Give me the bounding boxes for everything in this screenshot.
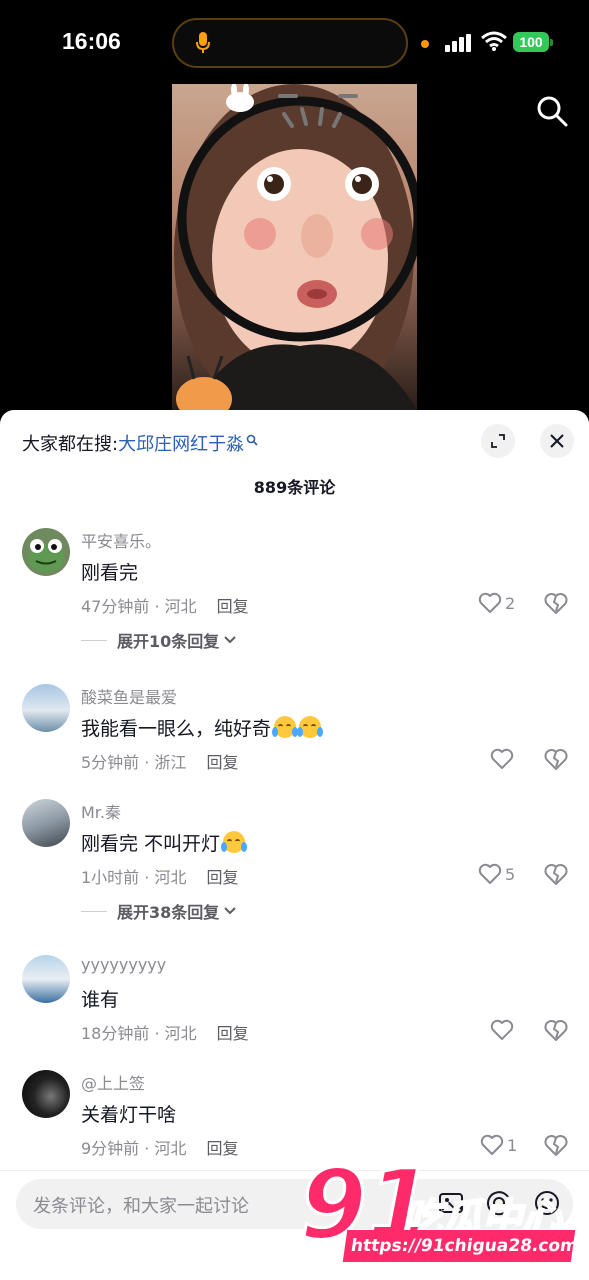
comment-text-content: 刚看完 不叫开灯 <box>81 833 221 855</box>
like-count: 5 <box>505 864 516 884</box>
expander-line <box>81 910 107 912</box>
battery-tip <box>550 39 553 46</box>
reply-button[interactable]: 回复 <box>217 1024 249 1043</box>
close-button[interactable] <box>540 424 574 458</box>
avatar[interactable] <box>22 955 70 1003</box>
expand-replies-label: 展开38条回复 <box>117 903 220 922</box>
reply-button[interactable]: 回复 <box>206 1139 238 1158</box>
comment-username[interactable]: Mr.秦 <box>81 799 121 823</box>
broken-heart-icon[interactable] <box>543 1017 569 1043</box>
heart-icon <box>490 1019 514 1040</box>
cellular-signal-icon <box>445 34 471 52</box>
heart-icon <box>478 592 502 613</box>
heart-icon <box>480 1134 504 1155</box>
expand-replies-button[interactable]: 展开10条回复 <box>81 628 237 652</box>
laughing-crying-emoji-icon <box>297 716 324 738</box>
video-preview[interactable] <box>172 84 417 410</box>
reply-button[interactable]: 回复 <box>217 597 249 616</box>
like-count: 1 <box>507 1135 518 1155</box>
comment-time-location: 1小时前 · 河北 <box>81 868 187 887</box>
heart-icon <box>490 748 514 769</box>
expand-replies-label: 展开10条回复 <box>117 632 220 651</box>
avatar[interactable] <box>22 799 70 847</box>
image-icon[interactable] <box>437 1189 465 1217</box>
comment-time-location: 5分钟前 · 浙江 <box>81 753 187 772</box>
privacy-dot-icon <box>421 40 429 48</box>
like-button[interactable]: 1 <box>480 1132 517 1158</box>
comment-meta: 18分钟前 · 河北 回复 <box>81 1020 249 1044</box>
expand-icon <box>491 434 505 448</box>
battery-indicator: 100 <box>513 32 549 52</box>
reply-button[interactable]: 回复 <box>206 753 238 772</box>
status-bar: 16:06 100 <box>0 0 589 84</box>
comment-input-bar: 发条评论，和大家一起讨论 <box>0 1170 589 1280</box>
frog-avatar-icon <box>28 539 64 572</box>
heart-icon <box>478 863 502 884</box>
avatar[interactable] <box>22 528 70 576</box>
reply-button[interactable]: 回复 <box>206 868 238 887</box>
video-frame-illustration <box>174 84 417 410</box>
broken-heart-icon[interactable] <box>543 590 569 616</box>
comment-input[interactable]: 发条评论，和大家一起讨论 <box>16 1179 573 1229</box>
expand-replies-button[interactable]: 展开38条回复 <box>81 899 237 923</box>
like-button[interactable]: 5 <box>478 861 515 887</box>
like-count: 2 <box>505 593 516 613</box>
broken-heart-icon[interactable] <box>543 861 569 887</box>
comment-text: 刚看完 <box>81 562 139 584</box>
avatar[interactable] <box>22 1070 70 1118</box>
dynamic-island[interactable] <box>172 18 408 68</box>
watermark-url: https://91chigua28.com <box>342 1230 579 1262</box>
comment-time-location: 47分钟前 · 河北 <box>81 597 197 616</box>
wifi-icon <box>481 31 507 51</box>
expander-line <box>81 639 107 641</box>
close-icon <box>550 434 564 448</box>
comment-input-placeholder: 发条评论，和大家一起讨论 <box>33 1196 249 1217</box>
comment-text: 我能看一眼么，纯好奇 <box>81 714 324 741</box>
search-icon[interactable] <box>536 95 568 127</box>
expand-button[interactable] <box>481 424 515 458</box>
comment-username[interactable]: 平安喜乐。 <box>81 528 161 552</box>
like-button[interactable] <box>490 746 517 772</box>
comment-username[interactable]: @上上签 <box>81 1070 145 1094</box>
comment-text: 关着灯干啥 <box>81 1104 177 1126</box>
comment-username[interactable]: yyyyyyyyy <box>81 955 166 974</box>
comment-meta: 1小时前 · 河北 回复 <box>81 864 238 888</box>
comment-meta: 5分钟前 · 浙江 回复 <box>81 749 238 773</box>
status-time: 16:06 <box>62 28 121 54</box>
chevron-down-icon <box>224 907 236 915</box>
comment-username[interactable]: 酸菜鱼是最爱 <box>81 684 177 708</box>
chevron-down-icon <box>224 636 236 644</box>
like-button[interactable] <box>490 1017 517 1043</box>
avatar[interactable] <box>22 684 70 732</box>
comment-meta: 47分钟前 · 河北 回复 <box>81 593 249 617</box>
comment-time-location: 18分钟前 · 河北 <box>81 1024 197 1043</box>
laughing-crying-emoji-icon <box>272 716 299 738</box>
broken-heart-icon[interactable] <box>543 746 569 772</box>
broken-heart-icon[interactable] <box>543 1132 569 1158</box>
search-small-icon <box>246 434 258 446</box>
input-icons <box>437 1189 561 1217</box>
comment-text: 刚看完 不叫开灯 <box>81 829 248 856</box>
comment-time-location: 9分钟前 · 河北 <box>81 1139 187 1158</box>
comment-text-content: 我能看一眼么，纯好奇 <box>81 718 272 740</box>
mention-icon[interactable] <box>485 1189 513 1217</box>
microphone-icon <box>196 32 210 53</box>
like-button[interactable]: 2 <box>478 590 515 616</box>
laughing-crying-emoji-icon <box>221 831 248 853</box>
comment-count: 889条评论 <box>253 478 336 497</box>
emoji-icon[interactable] <box>533 1189 561 1217</box>
comment-text: 谁有 <box>81 989 120 1011</box>
hot-search-banner[interactable]: 大家都在搜: 大邱庄网红于淼 <box>22 430 258 456</box>
hot-search-keyword[interactable]: 大邱庄网红于淼 <box>118 430 244 456</box>
hot-search-prefix: 大家都在搜: <box>22 434 119 455</box>
comment-meta: 9分钟前 · 河北 回复 <box>81 1135 238 1159</box>
